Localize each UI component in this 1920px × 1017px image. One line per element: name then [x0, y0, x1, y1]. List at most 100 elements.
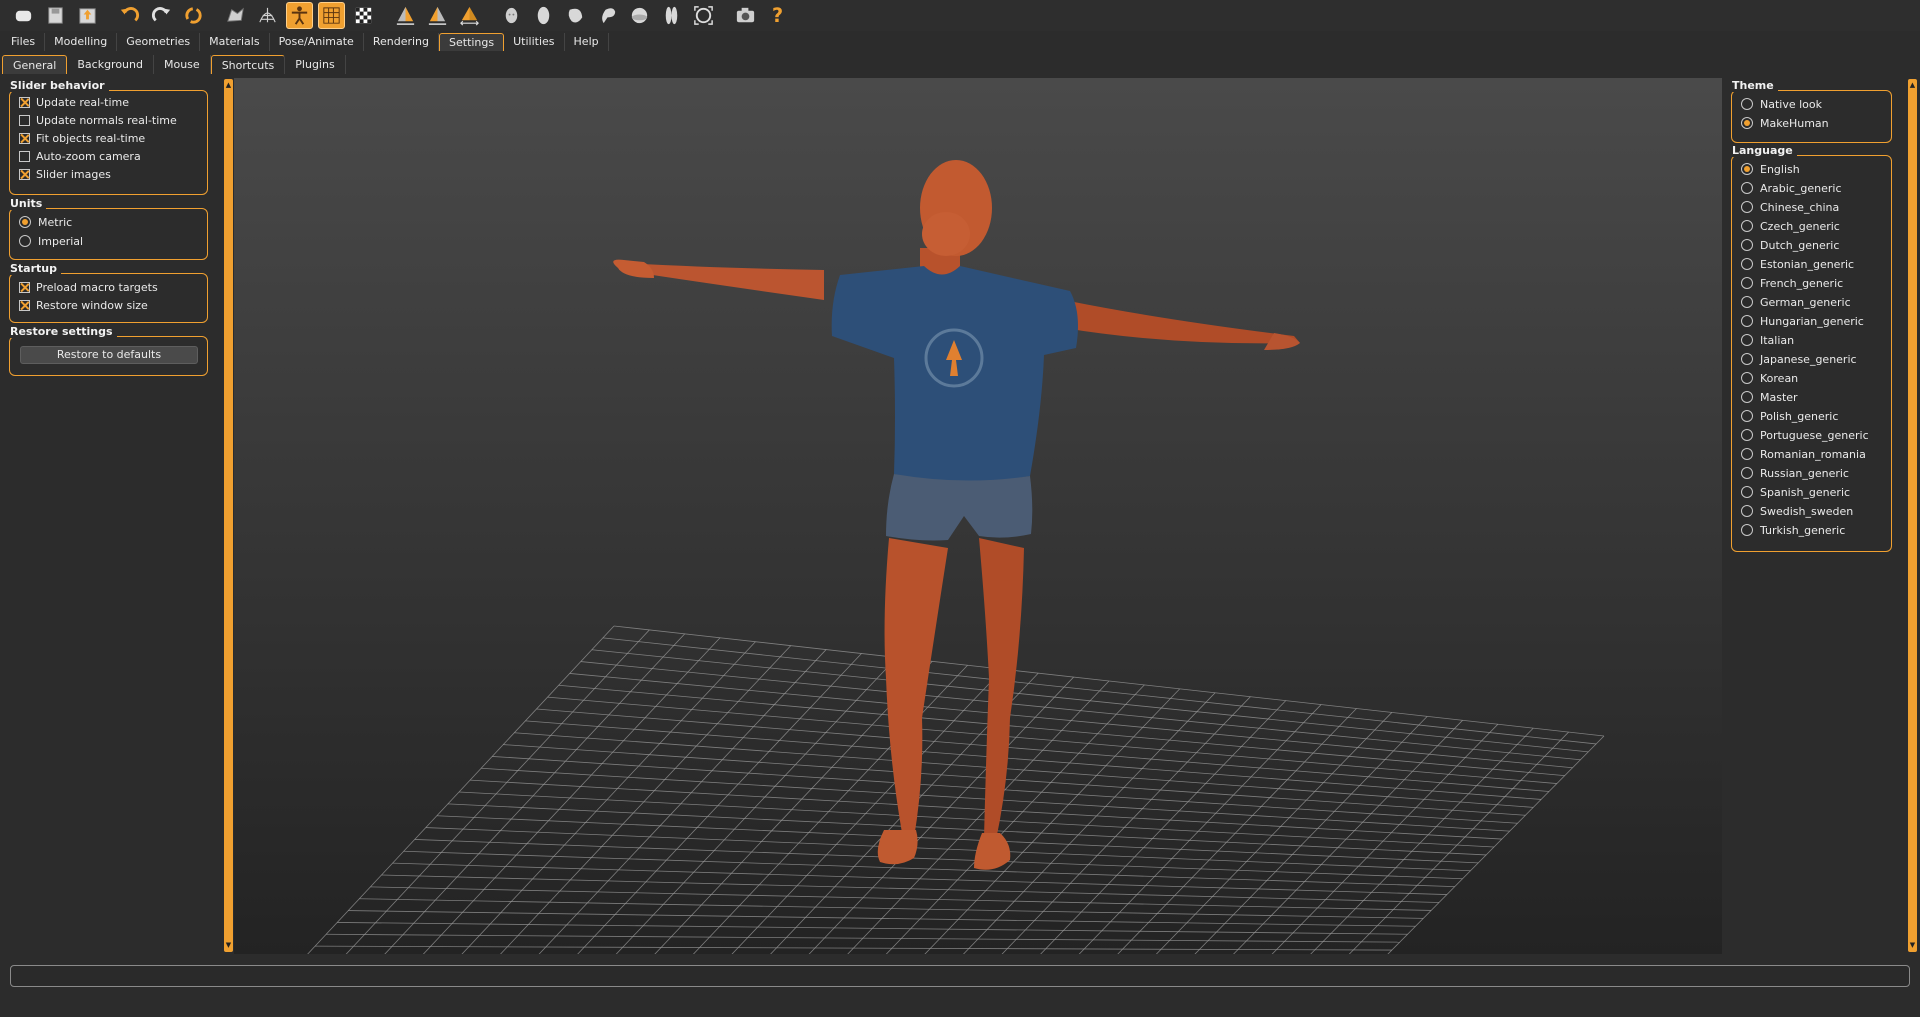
checkbox-box[interactable] [19, 132, 30, 144]
radio-language-japanese-generic[interactable]: Japanese_generic [1741, 351, 1857, 367]
tab-modelling[interactable]: Modelling [45, 33, 118, 51]
radio-circle[interactable] [1741, 220, 1753, 232]
radio-circle[interactable] [19, 235, 31, 247]
radio-language-hungarian-generic[interactable]: Hungarian_generic [1741, 313, 1864, 329]
checkbox-box[interactable] [19, 96, 30, 108]
radio-circle[interactable] [1741, 98, 1753, 110]
radio-circle[interactable] [1741, 334, 1753, 346]
focus-icon[interactable] [690, 2, 717, 29]
subtab-general[interactable]: General [2, 55, 68, 74]
scroll-down-icon[interactable]: ▼ [224, 941, 233, 950]
radio-language-estonian-generic[interactable]: Estonian_generic [1741, 256, 1854, 272]
radio-language-german-generic[interactable]: German_generic [1741, 294, 1851, 310]
radio-native-look[interactable]: Native look [1741, 96, 1822, 112]
radio-circle[interactable] [1741, 353, 1753, 365]
restore-defaults-button[interactable]: Restore to defaults [20, 346, 198, 364]
undo-icon[interactable] [116, 2, 143, 29]
radio-circle[interactable] [1741, 296, 1753, 308]
radio-circle[interactable] [1741, 410, 1753, 422]
checkbox-box[interactable] [19, 168, 30, 180]
checkbox-box[interactable] [19, 114, 30, 126]
radio-circle[interactable] [1741, 163, 1753, 175]
checkbox-fit-objects[interactable]: Fit objects real-time [19, 130, 145, 146]
radio-language-polish-generic[interactable]: Polish_generic [1741, 408, 1838, 424]
tab-rendering[interactable]: Rendering [364, 33, 439, 51]
tab-settings[interactable]: Settings [439, 33, 505, 51]
subtab-shortcuts[interactable]: Shortcuts [210, 55, 286, 74]
radio-language-turkish-generic[interactable]: Turkish_generic [1741, 522, 1845, 538]
checkbox-box[interactable] [19, 299, 30, 311]
radio-language-arabic-generic[interactable]: Arabic_generic [1741, 180, 1842, 196]
top-view-icon[interactable] [456, 2, 483, 29]
radio-circle[interactable] [1741, 182, 1753, 194]
radio-language-portuguese-generic[interactable]: Portuguese_generic [1741, 427, 1869, 443]
radio-language-swedish-sweden[interactable]: Swedish_sweden [1741, 503, 1853, 519]
tab-materials[interactable]: Materials [200, 33, 270, 51]
scroll-up-icon[interactable]: ▲ [224, 81, 233, 90]
left-scrollbar[interactable]: ▲ ▼ [224, 79, 233, 952]
checkbox-preload-macro[interactable]: Preload macro targets [19, 279, 158, 295]
pose-icon[interactable] [286, 2, 313, 29]
radio-circle[interactable] [1741, 467, 1753, 479]
new-icon[interactable] [10, 2, 37, 29]
radio-circle[interactable] [1741, 391, 1753, 403]
radio-circle[interactable] [1741, 277, 1753, 289]
help-icon[interactable]: ? [764, 2, 791, 29]
radio-circle[interactable] [1741, 372, 1753, 384]
radio-imperial[interactable]: Imperial [19, 233, 83, 249]
subtab-plugins[interactable]: Plugins [285, 55, 346, 74]
checkbox-restore-window[interactable]: Restore window size [19, 297, 148, 313]
subtab-mouse[interactable]: Mouse [154, 55, 211, 74]
radio-circle[interactable] [19, 216, 31, 228]
radio-makehuman[interactable]: MakeHuman [1741, 115, 1829, 131]
3d-viewport[interactable] [234, 78, 1722, 954]
radio-language-chinese-china[interactable]: Chinese_china [1741, 199, 1839, 215]
sphere-icon[interactable] [626, 2, 653, 29]
save-icon[interactable] [42, 2, 69, 29]
checkbox-update-realtime[interactable]: Update real-time [19, 94, 129, 110]
head-icon[interactable] [498, 2, 525, 29]
radio-circle[interactable] [1741, 315, 1753, 327]
grid-icon[interactable] [318, 2, 345, 29]
subtab-background[interactable]: Background [67, 55, 154, 74]
radio-circle[interactable] [1741, 524, 1753, 536]
radio-language-korean[interactable]: Korean [1741, 370, 1798, 386]
radio-circle[interactable] [1741, 201, 1753, 213]
side-view-icon[interactable] [424, 2, 451, 29]
radio-language-russian-generic[interactable]: Russian_generic [1741, 465, 1849, 481]
face-icon[interactable] [562, 2, 589, 29]
checkbox-update-normals[interactable]: Update normals real-time [19, 112, 177, 128]
radio-metric[interactable]: Metric [19, 214, 72, 230]
radio-language-dutch-generic[interactable]: Dutch_generic [1741, 237, 1839, 253]
checker-icon[interactable] [350, 2, 377, 29]
radio-language-italian[interactable]: Italian [1741, 332, 1794, 348]
checkbox-box[interactable] [19, 281, 30, 293]
body-icon[interactable] [530, 2, 557, 29]
tab-utilities[interactable]: Utilities [504, 33, 565, 51]
wireframe-icon[interactable] [254, 2, 281, 29]
checkbox-slider-images[interactable]: Slider images [19, 166, 111, 182]
checkbox-box[interactable] [19, 150, 30, 162]
scene-canvas[interactable] [234, 78, 1722, 954]
redo-icon[interactable] [148, 2, 175, 29]
ear-icon[interactable] [594, 2, 621, 29]
radio-circle[interactable] [1741, 258, 1753, 270]
front-view-icon[interactable] [392, 2, 419, 29]
tab-pose-animate[interactable]: Pose/Animate [270, 33, 364, 51]
radio-language-master[interactable]: Master [1741, 389, 1798, 405]
human-model[interactable] [613, 160, 1300, 870]
radio-language-english[interactable]: English [1741, 161, 1800, 177]
reset-icon[interactable] [180, 2, 207, 29]
camera-icon[interactable] [732, 2, 759, 29]
tab-geometries[interactable]: Geometries [117, 33, 201, 51]
legs-icon[interactable] [658, 2, 685, 29]
smooth-icon[interactable] [222, 2, 249, 29]
radio-circle[interactable] [1741, 239, 1753, 251]
radio-circle[interactable] [1741, 486, 1753, 498]
radio-circle[interactable] [1741, 505, 1753, 517]
radio-circle[interactable] [1741, 117, 1753, 129]
checkbox-auto-zoom[interactable]: Auto-zoom camera [19, 148, 141, 164]
radio-language-french-generic[interactable]: French_generic [1741, 275, 1843, 291]
radio-language-romanian-romania[interactable]: Romanian_romania [1741, 446, 1866, 462]
radio-language-czech-generic[interactable]: Czech_generic [1741, 218, 1840, 234]
